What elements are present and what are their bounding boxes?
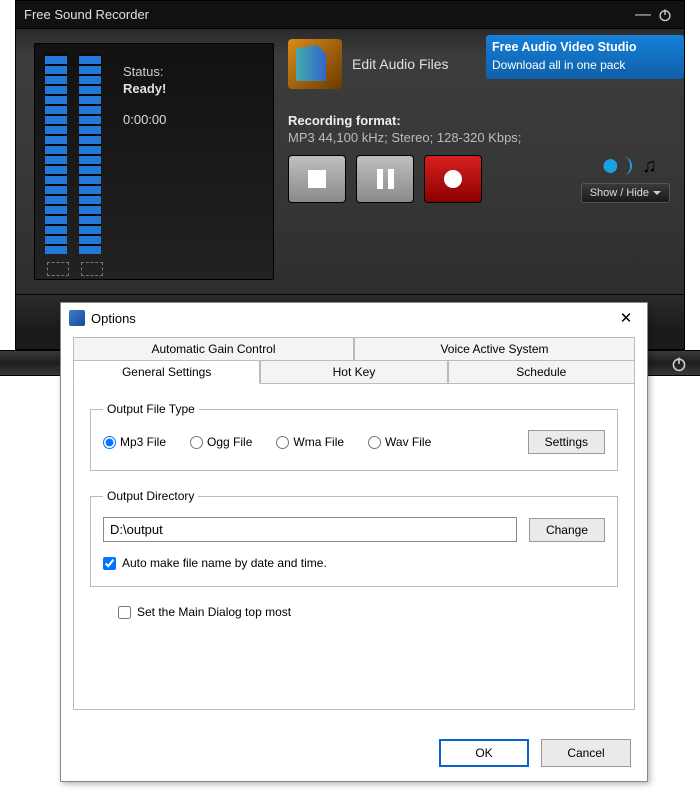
- volume-icon[interactable]: [602, 155, 630, 177]
- ok-button[interactable]: OK: [439, 739, 529, 767]
- vu-bar-left: [45, 54, 67, 254]
- tab-schedule[interactable]: Schedule: [448, 360, 635, 384]
- pause-button[interactable]: [356, 155, 414, 203]
- status-label: Status:: [123, 64, 166, 79]
- vu-meter-panel: Status: Ready! 0:00:00: [34, 43, 274, 280]
- auto-filename-checkbox[interactable]: Auto make file name by date and time.: [103, 556, 605, 570]
- options-dialog: Options ✕ Automatic Gain Control Voice A…: [60, 302, 648, 782]
- vu-bar-right: [79, 54, 101, 254]
- output-directory-legend: Output Directory: [103, 489, 198, 503]
- titlebar: Free Sound Recorder —: [16, 1, 684, 29]
- pause-icon: [377, 169, 394, 189]
- recording-format-label: Recording format:: [288, 113, 670, 128]
- radio-wav-input[interactable]: [368, 436, 381, 449]
- power-button[interactable]: [654, 4, 676, 26]
- dialog-close-button[interactable]: ✕: [613, 305, 639, 331]
- radio-ogg-input[interactable]: [190, 436, 203, 449]
- music-note-icon[interactable]: [642, 155, 670, 177]
- show-hide-dropdown[interactable]: Show / Hide: [581, 183, 670, 203]
- record-icon: [444, 170, 462, 188]
- vu-indicator: [47, 262, 69, 276]
- tab-hot-key[interactable]: Hot Key: [260, 360, 447, 384]
- main-window: Free Sound Recorder — Status: Ready! 0:0…: [15, 0, 685, 350]
- dialog-titlebar: Options ✕: [61, 303, 647, 333]
- output-file-type-legend: Output File Type: [103, 402, 199, 416]
- minimize-button[interactable]: —: [632, 4, 654, 26]
- edit-audio-icon: [288, 39, 342, 89]
- promo-line1: Free Audio Video Studio: [492, 40, 636, 54]
- radio-mp3-input[interactable]: [103, 436, 116, 449]
- main-body: Status: Ready! 0:00:00 Edit Audio Files …: [16, 29, 684, 294]
- tab-agc[interactable]: Automatic Gain Control: [73, 337, 354, 360]
- recording-time: 0:00:00: [123, 112, 166, 127]
- power-button-secondary[interactable]: [668, 353, 690, 375]
- cancel-button[interactable]: Cancel: [541, 739, 631, 767]
- output-directory-input[interactable]: [103, 517, 517, 542]
- radio-wav[interactable]: Wav File: [368, 435, 431, 449]
- tab-general-settings[interactable]: General Settings: [73, 360, 260, 384]
- window-title: Free Sound Recorder: [24, 7, 632, 22]
- vu-indicator: [81, 262, 103, 276]
- radio-ogg[interactable]: Ogg File: [190, 435, 252, 449]
- edit-audio-link[interactable]: Edit Audio Files: [352, 56, 449, 72]
- stop-icon: [308, 170, 326, 188]
- vu-bars: [45, 54, 103, 254]
- dialog-app-icon: [69, 310, 85, 326]
- radio-mp3[interactable]: Mp3 File: [103, 435, 166, 449]
- auto-filename-input[interactable]: [103, 557, 116, 570]
- right-panel: Edit Audio Files Free Audio Video Studio…: [274, 29, 684, 294]
- record-button[interactable]: [424, 155, 482, 203]
- output-directory-group: Output Directory Change Auto make file n…: [90, 489, 618, 587]
- topmost-checkbox[interactable]: Set the Main Dialog top most: [118, 605, 618, 619]
- promo-banner[interactable]: Free Audio Video Studio Download all in …: [486, 35, 684, 79]
- change-directory-button[interactable]: Change: [529, 518, 605, 542]
- output-file-type-group: Output File Type Mp3 File Ogg File Wma F…: [90, 402, 618, 471]
- recording-format-value: MP3 44,100 kHz; Stereo; 128-320 Kbps;: [288, 130, 670, 145]
- tab-vas[interactable]: Voice Active System: [354, 337, 635, 360]
- promo-line2: Download all in one pack: [492, 58, 625, 72]
- dialog-title: Options: [91, 311, 607, 326]
- status-value: Ready!: [123, 81, 166, 96]
- topmost-input[interactable]: [118, 606, 131, 619]
- radio-wma-input[interactable]: [276, 436, 289, 449]
- tab-content: Output File Type Mp3 File Ogg File Wma F…: [73, 384, 635, 710]
- radio-wma[interactable]: Wma File: [276, 435, 344, 449]
- stop-button[interactable]: [288, 155, 346, 203]
- filetype-settings-button[interactable]: Settings: [528, 430, 605, 454]
